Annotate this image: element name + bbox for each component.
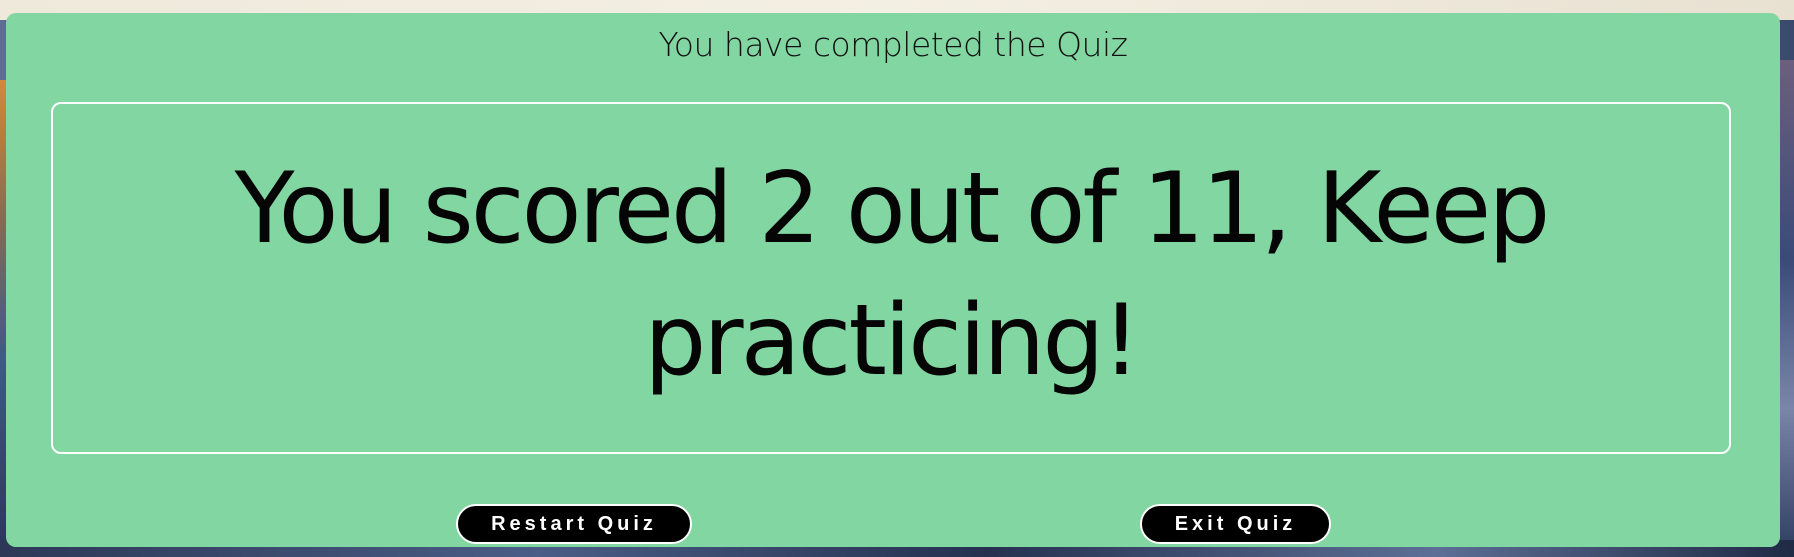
exit-quiz-button[interactable]: Exit Quiz [1140, 504, 1331, 544]
completion-title: You have completed the Quiz [658, 25, 1128, 64]
score-message: You scored 2 out of 11, Keep practicing! [234, 152, 1551, 398]
score-panel: You scored 2 out of 11, Keep practicing! [51, 102, 1731, 454]
quiz-result-card: You have completed the Quiz You scored 2… [6, 13, 1780, 547]
restart-quiz-button[interactable]: Restart Quiz [456, 504, 692, 544]
